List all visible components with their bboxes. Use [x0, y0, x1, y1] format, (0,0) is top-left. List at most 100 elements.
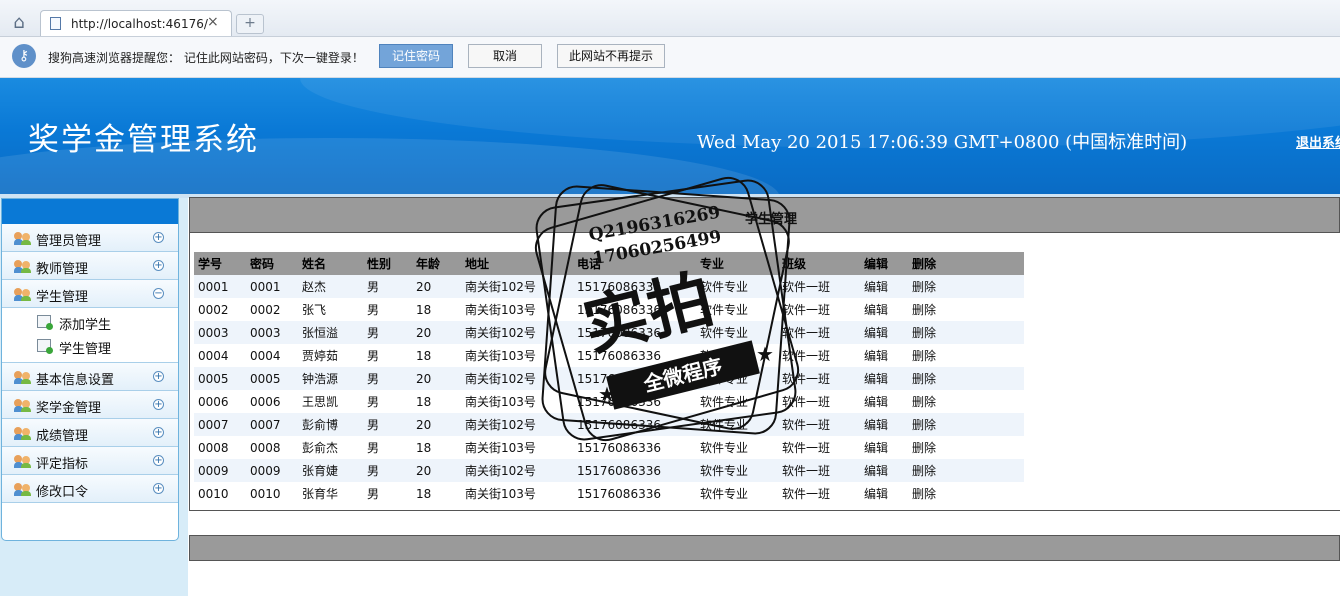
submenu-student-manage[interactable]: 学生管理 — [2, 334, 178, 358]
delete-link[interactable]: 删除 — [908, 321, 1024, 344]
table-cell: 南关街102号 — [461, 321, 573, 344]
table-cell: 0007 — [194, 413, 246, 436]
expand-icon[interactable]: + — [153, 427, 164, 438]
remember-password-button[interactable]: 记住密码 — [379, 44, 453, 68]
table-cell: 男 — [363, 367, 412, 390]
sidebar-item-student[interactable]: 学生管理 − — [2, 280, 178, 308]
new-tab-button[interactable]: + — [236, 14, 264, 34]
sidebar-item-teacher[interactable]: 教师管理 + — [2, 252, 178, 280]
table-cell: 软件一班 — [778, 321, 860, 344]
collapse-icon[interactable]: − — [153, 288, 164, 299]
delete-link[interactable]: 删除 — [908, 344, 1024, 367]
table-cell: 0009 — [194, 459, 246, 482]
table-cell: 男 — [363, 275, 412, 298]
table-cell: 0001 — [246, 275, 298, 298]
infobar-message: 搜狗高速浏览器提醒您： 记住此网站密码，下次一键登录！ — [48, 51, 364, 65]
table-cell: 0006 — [198, 394, 229, 409]
sidebar-item-basic-settings[interactable]: 基本信息设置 + — [2, 363, 178, 391]
table-cell: 15176086336 — [573, 413, 696, 436]
table-cell: 王思凯 — [302, 395, 339, 409]
table-cell: 0010 — [198, 486, 229, 501]
sidebar-item-label: 成绩管理 — [36, 429, 89, 444]
table-cell: 0009 — [246, 459, 298, 482]
table-cell: 15176086336 — [577, 394, 661, 409]
table-cell: 18 — [416, 394, 432, 409]
page-title: 学生管理 — [745, 212, 798, 227]
users-icon — [14, 482, 32, 496]
table-cell: 20 — [412, 321, 461, 344]
column-header: 密码 — [246, 252, 298, 275]
key-icon: ⚷ — [12, 44, 36, 68]
expand-icon[interactable]: + — [153, 260, 164, 271]
column-header: 电话 — [573, 252, 696, 275]
expand-icon[interactable]: + — [153, 399, 164, 410]
table-header-row: 学号 密码 姓名 性别 年龄 地址 电话 专业 班级 编辑 删除 — [194, 252, 1024, 275]
delete-link[interactable]: 删除 — [908, 436, 1024, 459]
table-cell: 15176086336 — [577, 440, 661, 455]
submenu-add-student[interactable]: 添加学生 — [2, 310, 178, 334]
table-cell: 软件一班 — [778, 413, 860, 436]
table-cell: 男 — [363, 459, 412, 482]
edit-link[interactable]: 编辑 — [860, 413, 908, 436]
table-cell: 南关街103号 — [465, 441, 536, 455]
table-cell: 18 — [416, 302, 432, 317]
sidebar-item-admin[interactable]: 管理员管理 + — [2, 224, 178, 252]
expand-icon[interactable]: + — [153, 455, 164, 466]
edit-link[interactable]: 编辑 — [860, 367, 908, 390]
table-cell: 软件一班 — [778, 367, 860, 390]
delete-link[interactable]: 删除 — [908, 275, 1024, 298]
table-cell: 男 — [367, 395, 380, 409]
table-cell: 南关街103号 — [465, 487, 536, 501]
column-header: 地址 — [461, 252, 573, 275]
table-cell: 0006 — [250, 394, 281, 409]
delete-link[interactable]: 删除 — [908, 298, 1024, 321]
expand-icon[interactable]: + — [153, 371, 164, 382]
sidebar: 管理员管理 + 教师管理 + 学生管理 − 添加学生 学生管理 基本信息设置 +… — [1, 198, 179, 541]
sidebar-item-criteria[interactable]: 评定指标 + — [2, 447, 178, 475]
sidebar-item-label: 基本信息设置 — [36, 373, 115, 388]
table-cell: 南关街103号 — [465, 303, 536, 317]
table-cell: 张育婕 — [298, 459, 363, 482]
cancel-button[interactable]: 取消 — [468, 44, 542, 68]
logout-link[interactable]: 退出系统 — [1296, 132, 1340, 151]
table-row: 0010 0010 张育华 男 18 南关街103号 15176086336 软件专业 软件一班… — [194, 482, 1024, 505]
form-icon — [37, 339, 53, 354]
delete-link[interactable]: 删除 — [908, 413, 1024, 436]
edit-link[interactable]: 编辑 — [860, 459, 908, 482]
delete-link[interactable]: 删除 — [908, 367, 1024, 390]
never-remind-button[interactable]: 此网站不再提示 — [557, 44, 665, 68]
table-cell: 南关街103号 — [465, 349, 536, 363]
delete-link[interactable]: 删除 — [908, 482, 1024, 505]
delete-link[interactable]: 删除 — [908, 390, 1024, 413]
edit-link[interactable]: 编辑 — [860, 321, 908, 344]
expand-icon[interactable]: + — [153, 483, 164, 494]
home-icon[interactable]: ⌂ — [8, 12, 30, 33]
browser-tab[interactable]: http://localhost:46176/ × — [40, 10, 232, 36]
table-cell: 钟浩源 — [298, 367, 363, 390]
table-cell: 软件一班 — [782, 395, 831, 409]
expand-icon[interactable]: + — [153, 232, 164, 243]
close-icon[interactable]: × — [207, 14, 219, 30]
table-cell: 男 — [363, 321, 412, 344]
table-cell: 张育华 — [302, 487, 339, 501]
sidebar-item-scholarship[interactable]: 奖学金管理 + — [2, 391, 178, 419]
sidebar-item-grades[interactable]: 成绩管理 + — [2, 419, 178, 447]
table-cell: 0008 — [198, 440, 229, 455]
edit-link[interactable]: 编辑 — [860, 436, 908, 459]
sidebar-item-change-password[interactable]: 修改口令 + — [2, 475, 178, 503]
edit-link[interactable]: 编辑 — [860, 344, 908, 367]
edit-link[interactable]: 编辑 — [860, 298, 908, 321]
table-cell: 软件专业 — [696, 367, 778, 390]
table-cell: 20 — [412, 459, 461, 482]
delete-link[interactable]: 删除 — [908, 459, 1024, 482]
table-cell: 15176086336 — [577, 302, 661, 317]
edit-link[interactable]: 编辑 — [860, 482, 908, 505]
table-cell: 软件专业 — [700, 349, 749, 363]
table-cell: 南关街102号 — [461, 367, 573, 390]
table-cell: 15176086336 — [577, 348, 661, 363]
edit-link[interactable]: 编辑 — [860, 390, 908, 413]
column-header: 删除 — [908, 252, 1024, 275]
edit-link[interactable]: 编辑 — [860, 275, 908, 298]
app-title: 奖学金管理系统 — [28, 122, 259, 158]
column-header: 性别 — [363, 252, 412, 275]
